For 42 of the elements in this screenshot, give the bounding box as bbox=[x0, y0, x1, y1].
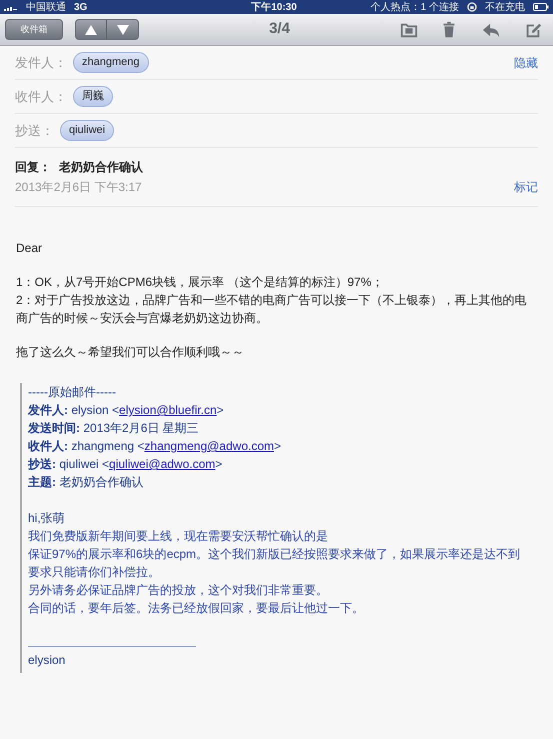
quoted-header-line: 收件人: zhangmeng <zhangmeng@adwo.com> bbox=[28, 438, 282, 455]
compose-icon[interactable] bbox=[524, 20, 542, 38]
address-chip[interactable]: qiuliwei bbox=[60, 120, 114, 141]
recipient-label: 发件人： bbox=[15, 54, 67, 72]
signature-text: elysion bbox=[28, 652, 66, 669]
clock: 下午10:30 bbox=[251, 0, 297, 14]
body-paragraph: 拖了这么久～希望我们可以合作顺利哦～～ bbox=[16, 344, 245, 361]
email-link[interactable]: qiuliwei@adwo.com bbox=[109, 457, 216, 471]
message-date: 2013年2月6日 下午3:17 bbox=[15, 179, 142, 196]
recipient-label: 收件人： bbox=[15, 88, 67, 106]
up-triangle-icon bbox=[85, 24, 97, 34]
body-paragraph: 1：OK，从7号开始CPM6块钱，展示率 （这个是结算的标注）97%； bbox=[16, 274, 384, 291]
message-counter: 3/4 bbox=[269, 19, 290, 40]
address-chip[interactable]: zhangmeng bbox=[73, 52, 148, 73]
quoted-paragraph: 另外请务必保证品牌广告的投放，这个对我们非常重要。 bbox=[28, 582, 329, 599]
hotspot-status: 个人热点：1 个连接 bbox=[370, 0, 459, 14]
folder-icon[interactable] bbox=[400, 20, 418, 38]
recipient-label: 抄送： bbox=[15, 122, 54, 140]
down-triangle-icon bbox=[116, 24, 128, 34]
quoted-paragraph: 合同的话，要年后签。法务已经放假回家，要最后让他过一下。 bbox=[28, 600, 365, 617]
quoted-header-line: 发送时间: 2013年2月6日 星期三 bbox=[28, 420, 200, 437]
hide-link[interactable]: 隐藏 bbox=[514, 54, 538, 72]
greeting-text: hi,张萌 bbox=[28, 510, 66, 527]
quoted-paragraph: 保证97%的展示率和6块的ecpm。这个我们新版已经按照要求来做了，如果展示率还是达不到要求只能请你们补偿拉。 bbox=[28, 546, 522, 581]
subject-label: 回复： bbox=[15, 159, 51, 176]
carrier-name: 中国联通 bbox=[26, 0, 66, 14]
address-chip[interactable]: 周巍 bbox=[73, 86, 113, 107]
body-paragraph: 2：对于广告投放这边，品牌广告和一些不错的电商广告可以接一下（不上银泰），再上其他的电商广告的时候～安沃会与宫爆老奶奶这边协商。 bbox=[16, 292, 528, 327]
mark-link[interactable]: 标记 bbox=[514, 178, 538, 196]
rotation-lock-icon bbox=[467, 2, 477, 12]
quoted-header-line: 抄送: qiuliwei <qiuliwei@adwo.com> bbox=[28, 456, 224, 473]
subject-text: 老奶奶合作确认 bbox=[59, 159, 143, 176]
battery-icon bbox=[533, 3, 549, 11]
network-type: 3G bbox=[74, 0, 88, 14]
email-link[interactable]: zhangmeng@adwo.com bbox=[144, 439, 274, 453]
quoted-header-line: 发件人: elysion <elysion@bluefir.cn> bbox=[28, 402, 225, 419]
quoted-paragraph: 我们免费版新年期间要上线，现在需要安沃帮忙确认的是 bbox=[28, 528, 329, 545]
charging-status: 不在充电 bbox=[485, 0, 525, 14]
quoted-header-title: -----原始邮件----- bbox=[28, 384, 117, 401]
body-paragraph: Dear bbox=[16, 240, 44, 257]
quoted-header-line: 主题: 老奶奶合作确认 bbox=[28, 474, 144, 491]
email-link[interactable]: elysion@bluefir.cn bbox=[119, 403, 217, 417]
